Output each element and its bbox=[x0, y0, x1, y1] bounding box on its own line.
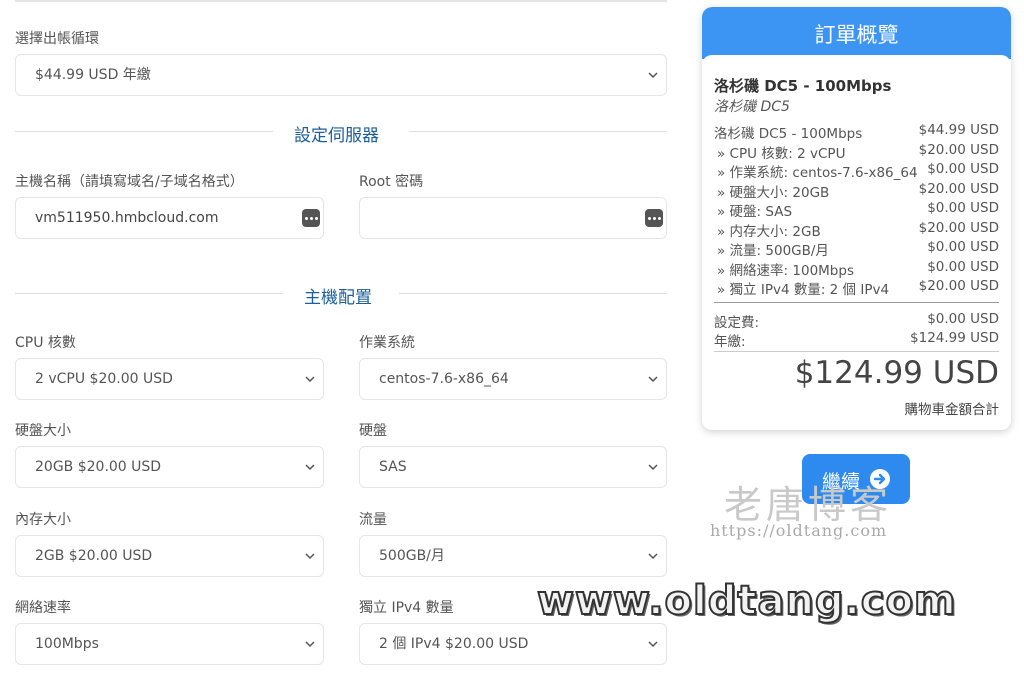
line-item-label: » 硬盤: SAS bbox=[717, 204, 793, 220]
network-select[interactable]: 100Mbps bbox=[15, 623, 324, 665]
ipv4-value: 2 個 IPv4 $20.00 USD bbox=[379, 636, 529, 652]
line-item-price: $20.00 USD bbox=[918, 181, 999, 197]
hostname-value: vm511950.hmbcloud.com bbox=[35, 210, 219, 226]
billing-cycle-value: $44.99 USD 年繳 bbox=[35, 67, 151, 83]
disk-size-select[interactable]: 20GB $20.00 USD bbox=[15, 446, 324, 488]
product-name: 洛杉磯 DC5 - 100Mbps bbox=[714, 77, 892, 95]
disk-size-value: 20GB $20.00 USD bbox=[35, 459, 162, 475]
watermark-url: https://oldtang.com bbox=[710, 521, 888, 540]
root-password-input[interactable] bbox=[359, 197, 667, 239]
traffic-label: 流量 bbox=[359, 512, 387, 528]
password-generator-icon[interactable] bbox=[645, 209, 663, 227]
section-divider bbox=[399, 293, 667, 294]
server-section-title: 設定伺服器 bbox=[294, 126, 379, 146]
memory-label: 內存大小 bbox=[15, 512, 71, 528]
chevron-down-icon bbox=[305, 639, 315, 649]
line-item-label: » 網絡速率: 100Mbps bbox=[717, 263, 854, 279]
setup-fee-price: $0.00 USD bbox=[927, 311, 999, 327]
memory-value: 2GB $20.00 USD bbox=[35, 548, 153, 564]
summary-divider bbox=[714, 302, 999, 303]
line-item-label: » 流量: 500GB/月 bbox=[717, 243, 829, 259]
line-item-label: » 獨立 IPv4 數量: 2 個 IPv4 bbox=[717, 282, 890, 298]
order-summary-title: 訂單概覽 bbox=[814, 23, 899, 47]
disk-size-label: 硬盤大小 bbox=[15, 423, 71, 439]
ipv4-select[interactable]: 2 個 IPv4 $20.00 USD bbox=[359, 623, 667, 665]
annual-label: 年繳: bbox=[714, 334, 746, 350]
line-item-price: $0.00 USD bbox=[927, 200, 999, 216]
cpu-label: CPU 核數 bbox=[15, 335, 76, 351]
line-item-price: $0.00 USD bbox=[927, 239, 999, 255]
chevron-down-icon bbox=[305, 374, 315, 384]
cpu-value: 2 vCPU $20.00 USD bbox=[35, 371, 173, 387]
ipv4-label: 獨立 IPv4 數量 bbox=[359, 600, 454, 616]
watermark-big-url: www.oldtang.com bbox=[536, 577, 957, 625]
network-label: 網絡速率 bbox=[15, 600, 71, 616]
disk-type-value: SAS bbox=[379, 459, 407, 475]
traffic-value: 500GB/月 bbox=[379, 548, 445, 564]
total-amount: $124.99 USD bbox=[794, 355, 999, 391]
os-label: 作業系統 bbox=[359, 335, 415, 351]
chevron-down-icon bbox=[305, 462, 315, 472]
total-caption: 購物車金額合計 bbox=[904, 402, 1000, 418]
os-select[interactable]: centos-7.6-x86_64 bbox=[359, 358, 667, 400]
memory-select[interactable]: 2GB $20.00 USD bbox=[15, 535, 324, 577]
chevron-down-icon bbox=[305, 551, 315, 561]
line-item-price: $44.99 USD bbox=[918, 122, 999, 138]
chevron-down-icon bbox=[648, 639, 658, 649]
chevron-down-icon bbox=[648, 70, 658, 80]
chevron-down-icon bbox=[648, 374, 658, 384]
chevron-down-icon bbox=[648, 551, 658, 561]
summary-divider bbox=[714, 351, 999, 352]
disk-type-select[interactable]: SAS bbox=[359, 446, 667, 488]
order-summary-header: 訂單概覽 bbox=[702, 7, 1011, 59]
billing-cycle-label: 選擇出帳循環 bbox=[15, 31, 99, 47]
setup-fee-label: 設定費: bbox=[714, 315, 760, 331]
order-summary-panel: 訂單概覽 洛杉磯 DC5 - 100Mbps 洛杉磯 DC5 洛杉磯 DC5 -… bbox=[702, 7, 1011, 430]
annual-price: $124.99 USD bbox=[910, 330, 999, 346]
product-group: 洛杉磯 DC5 bbox=[714, 99, 790, 115]
cpu-select[interactable]: 2 vCPU $20.00 USD bbox=[15, 358, 324, 400]
line-item-price: $20.00 USD bbox=[918, 142, 999, 158]
section-divider bbox=[409, 131, 667, 132]
chevron-down-icon bbox=[648, 462, 658, 472]
config-section-title: 主機配置 bbox=[304, 288, 372, 308]
root-password-label: Root 密碼 bbox=[359, 174, 424, 190]
billing-cycle-select[interactable]: $44.99 USD 年繳 bbox=[15, 54, 667, 96]
section-divider bbox=[15, 293, 283, 294]
line-item-label: » 作業系統: centos-7.6-x86_64 bbox=[717, 165, 918, 181]
hostname-label: 主機名稱（請填寫域名/子域名格式） bbox=[15, 174, 244, 190]
traffic-select[interactable]: 500GB/月 bbox=[359, 535, 667, 577]
section-divider bbox=[15, 131, 273, 132]
network-value: 100Mbps bbox=[35, 636, 99, 652]
line-item-price: $20.00 USD bbox=[918, 220, 999, 236]
order-summary-body: 洛杉磯 DC5 - 100Mbps 洛杉磯 DC5 洛杉磯 DC5 - 100M… bbox=[702, 55, 1011, 430]
line-item-label: » 硬盤大小: 20GB bbox=[717, 185, 830, 201]
line-item-label: 洛杉磯 DC5 - 100Mbps bbox=[714, 126, 863, 142]
line-item-label: » 内存大小: 2GB bbox=[717, 224, 821, 240]
disk-type-label: 硬盤 bbox=[359, 423, 387, 439]
line-item-price: $0.00 USD bbox=[927, 259, 999, 275]
password-generator-icon[interactable] bbox=[302, 209, 320, 227]
hostname-input[interactable]: vm511950.hmbcloud.com bbox=[15, 197, 324, 239]
line-item-price: $20.00 USD bbox=[918, 278, 999, 294]
line-item-label: » CPU 核數: 2 vCPU bbox=[717, 146, 846, 162]
line-item-price: $0.00 USD bbox=[927, 161, 999, 177]
top-divider bbox=[15, 0, 667, 2]
os-value: centos-7.6-x86_64 bbox=[379, 371, 509, 387]
